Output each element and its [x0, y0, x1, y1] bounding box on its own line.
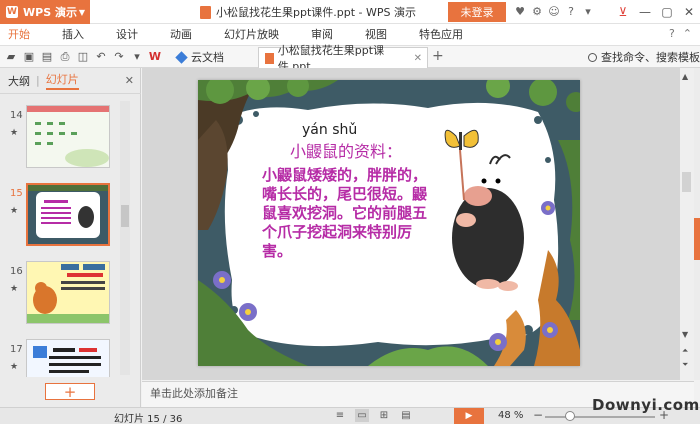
- animation-star-icon: ★: [10, 206, 19, 216]
- ppt-file-icon: [265, 52, 274, 64]
- chevron-down-icon: ▼: [78, 7, 85, 17]
- notes-toggle-icon[interactable]: ≡: [333, 409, 347, 422]
- menu-features[interactable]: 特色应用: [403, 24, 479, 46]
- play-slideshow-button[interactable]: ▶: [454, 408, 484, 424]
- close-tab-icon[interactable]: ✕: [414, 53, 422, 64]
- animation-star-icon: ★: [10, 362, 19, 372]
- command-search-label: 查找命令、搜索模板: [601, 51, 700, 64]
- menu-animation[interactable]: 动画: [154, 24, 208, 46]
- thumbnail-16-graphic: [27, 262, 109, 323]
- help-icon[interactable]: ?: [565, 4, 577, 20]
- export-pdf-icon[interactable]: ▤: [40, 49, 54, 65]
- next-slide-icon[interactable]: ⏷: [682, 360, 688, 370]
- slide-panel: 大纲 | 幻灯片 ✕ 14 ★ 15 ★ 16 ★ 17 ★ +: [0, 68, 141, 407]
- animation-star-icon: ★: [10, 284, 19, 294]
- tab-slides[interactable]: 幻灯片: [45, 71, 79, 90]
- scroll-up-icon[interactable]: ▲: [682, 72, 688, 81]
- undo-icon[interactable]: ↶: [94, 49, 108, 65]
- zoom-slider-handle[interactable]: [565, 411, 575, 421]
- menu-insert[interactable]: 插入: [46, 24, 100, 46]
- side-handle[interactable]: [694, 218, 700, 260]
- slide-number: 14: [10, 110, 23, 121]
- document-title: 小松鼠找花生果ppt课件.ppt - WPS 演示: [216, 6, 417, 19]
- reading-view-icon[interactable]: ▤: [399, 409, 413, 422]
- collapse-ribbon-icon[interactable]: ⌃: [683, 27, 692, 40]
- customize-dropdown-icon[interactable]: ▾: [130, 49, 144, 65]
- slide-number: 17: [10, 344, 23, 355]
- skin-icon[interactable]: ♥: [514, 4, 526, 20]
- slide-thumbnail-17[interactable]: [26, 339, 110, 377]
- zoom-out-button[interactable]: −: [533, 408, 543, 422]
- slide-sorter-icon[interactable]: ⊞: [377, 409, 391, 422]
- slide-scroll-thumb[interactable]: [682, 172, 691, 192]
- search-icon: [588, 52, 597, 62]
- slide-number-selected: 15: [10, 188, 23, 199]
- slide-thumbnail-14[interactable]: [26, 105, 110, 168]
- normal-view-icon[interactable]: ▭: [355, 409, 369, 422]
- cloud-cube-icon: [175, 50, 188, 64]
- login-button[interactable]: 未登录: [448, 2, 506, 22]
- slide-editor: yán shǔ 小鼹鼠的资料： 小鼹鼠矮矮的，胖胖的，嘴长长的，尾巴很短。鼹鼠喜…: [142, 68, 694, 380]
- scroll-down-icon[interactable]: ▼: [682, 330, 688, 339]
- zoom-slider[interactable]: [545, 416, 655, 418]
- help-icon[interactable]: ?: [669, 27, 675, 40]
- save-icon[interactable]: ▣: [22, 49, 36, 65]
- open-folder-icon[interactable]: ▰: [4, 49, 18, 65]
- download-icon[interactable]: ⊻: [612, 0, 634, 24]
- document-tab[interactable]: 小松鼠找花生果ppt课件.ppt ✕: [258, 44, 428, 73]
- animation-star-icon: ★: [10, 128, 19, 138]
- previous-slide-icon[interactable]: ⏶: [682, 346, 688, 356]
- print-icon[interactable]: ⎙: [58, 49, 72, 65]
- thumbnail-scrollbar[interactable]: [120, 101, 130, 375]
- quick-toolbar: ▰ ▣ ▤ ⎙ ◫ ↶ ↷ ▾ W 云文档 小松鼠找花生果ppt课件.ppt ✕…: [0, 44, 700, 73]
- slide-thumbnail-15[interactable]: [26, 183, 110, 246]
- redo-icon[interactable]: ↷: [112, 49, 126, 65]
- more-icon[interactable]: ▾: [582, 4, 594, 20]
- app-name: WPS 演示: [23, 6, 77, 19]
- site-watermark: Downyi.com: [592, 396, 700, 414]
- wps-w-icon[interactable]: W: [148, 49, 162, 65]
- app-menu-button[interactable]: W WPS 演示 ▼: [0, 0, 90, 24]
- slide-scrollbar[interactable]: ▲ ▼ ⏶ ⏷: [680, 68, 694, 380]
- window-title: 小松鼠找花生果ppt课件.ppt - WPS 演示: [200, 0, 416, 24]
- close-panel-icon[interactable]: ✕: [125, 74, 134, 87]
- menu-home[interactable]: 开始: [0, 24, 46, 46]
- ppt-file-icon: [200, 5, 211, 19]
- thumbnail-17-graphic: [27, 340, 109, 377]
- slide-canvas[interactable]: yán shǔ 小鼹鼠的资料： 小鼹鼠矮矮的，胖胖的，嘴长长的，尾巴很短。鼹鼠喜…: [198, 80, 580, 366]
- menu-design[interactable]: 设计: [100, 24, 154, 46]
- cloud-docs-tab[interactable]: 云文档: [175, 48, 224, 66]
- new-tab-button[interactable]: +: [432, 48, 444, 64]
- command-search[interactable]: 查找命令、搜索模板: [588, 49, 700, 65]
- tab-outline[interactable]: 大纲: [8, 73, 30, 89]
- slide-thumbnail-16[interactable]: [26, 261, 110, 324]
- wps-logo-icon: W: [6, 6, 18, 18]
- thumbnail-scroll-thumb[interactable]: [121, 205, 129, 227]
- slide-heading: 小鼹鼠的资料：: [290, 142, 403, 161]
- thumbnail-15-graphic: [28, 185, 108, 244]
- slide-number: 16: [10, 266, 23, 277]
- cloud-docs-label: 云文档: [191, 51, 224, 64]
- sidebar-edge: [694, 68, 700, 380]
- close-button[interactable]: ✕: [678, 0, 700, 24]
- slide-indicator: 幻灯片 15 / 36: [114, 414, 183, 424]
- slide-body-text: 小鼹鼠矮矮的，胖胖的，嘴长长的，尾巴很短。鼹鼠喜欢挖洞。它的前腿五个爪子挖起洞来…: [262, 166, 428, 260]
- feedback-icon[interactable]: ☺: [548, 4, 560, 20]
- settings-icon[interactable]: ⚙: [531, 4, 543, 20]
- zoom-level[interactable]: 48 %: [498, 410, 523, 421]
- slide-pinyin: yán shǔ: [302, 122, 358, 138]
- panel-tabs: 大纲 | 幻灯片 ✕: [0, 68, 141, 94]
- add-slide-button[interactable]: +: [45, 383, 95, 401]
- thumbnail-14-graphic: [27, 106, 109, 167]
- print-preview-icon[interactable]: ◫: [76, 49, 90, 65]
- maximize-button[interactable]: ▢: [656, 0, 678, 24]
- title-bar: W WPS 演示 ▼ 小松鼠找花生果ppt课件.ppt - WPS 演示 未登录…: [0, 0, 700, 24]
- minimize-button[interactable]: —: [634, 0, 656, 24]
